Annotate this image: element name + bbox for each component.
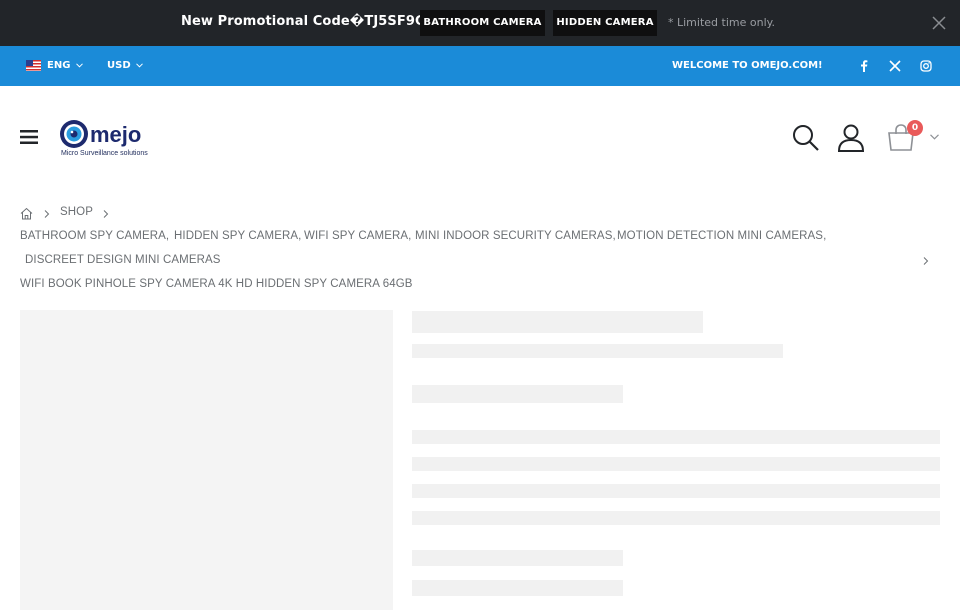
cart-count-badge: 0 [907,120,923,136]
breadcrumb-category-wifi-spy-camera[interactable]: WIFI SPY CAMERA, [304,230,411,242]
logo-tagline: Micro Surveillance solutions [61,150,148,157]
chevron-right-icon [923,257,929,265]
chevron-right-icon [44,210,50,218]
us-flag-icon [26,60,41,71]
skeleton-line [412,550,623,566]
breadcrumb-category-discreet-design-mini-cameras[interactable]: DISCREET DESIGN MINI CAMERAS [25,254,221,266]
instagram-icon[interactable] [919,59,933,73]
top-bar: ENG USD WELCOME TO OMEJO.COM! [0,46,960,86]
x-icon[interactable] [888,59,902,73]
close-icon[interactable] [930,14,948,32]
menu-icon[interactable] [20,129,38,145]
breadcrumb-product: WIFI BOOK PINHOLE SPY CAMERA 4K HD HIDDE… [20,278,413,290]
skeleton-line [412,484,940,498]
promo-bar: New Promotional Code�TJ5SF9GH BATHROOM C… [0,0,960,46]
language-selector[interactable]: ENG [47,60,70,71]
breadcrumb-category-motion-detection-mini-cameras[interactable]: MOTION DETECTION MINI CAMERAS, [617,230,826,242]
chevron-down-icon[interactable] [136,63,143,68]
skeleton-price [412,385,623,403]
breadcrumb-category-mini-indoor-security-cameras[interactable]: MINI INDOOR SECURITY CAMERAS, [415,230,616,242]
skeleton-line [412,511,940,525]
skeleton-line [412,344,783,358]
breadcrumb-category-hidden-spy-camera[interactable]: HIDDEN SPY CAMERA, [174,230,301,242]
breadcrumb-shop[interactable]: SHOP [60,206,93,218]
skeleton-line [412,580,623,596]
promo-code-text: New Promotional Code�TJ5SF9GH [181,14,437,29]
search-icon[interactable] [791,123,821,153]
promo-note: * Limited time only. [668,16,776,29]
facebook-icon[interactable] [857,59,871,73]
chevron-down-icon[interactable] [76,63,83,68]
chevron-right-icon [103,210,109,218]
promo-tag-bathroom-camera[interactable]: BATHROOM CAMERA [420,10,545,36]
skeleton-title [412,311,703,333]
welcome-message: WELCOME TO OMEJO.COM! [672,60,823,71]
svg-text:mejo: mejo [90,122,141,147]
product-image-placeholder [20,310,393,610]
user-icon[interactable] [836,123,866,153]
promo-tag-hidden-camera[interactable]: HIDDEN CAMERA [553,10,657,36]
home-icon[interactable] [20,207,33,220]
chevron-down-icon[interactable] [930,134,939,140]
currency-selector[interactable]: USD [107,60,131,71]
skeleton-line [412,457,940,471]
skeleton-line [412,430,940,444]
breadcrumb-category-bathroom-spy-camera[interactable]: BATHROOM SPY CAMERA, [20,230,169,242]
